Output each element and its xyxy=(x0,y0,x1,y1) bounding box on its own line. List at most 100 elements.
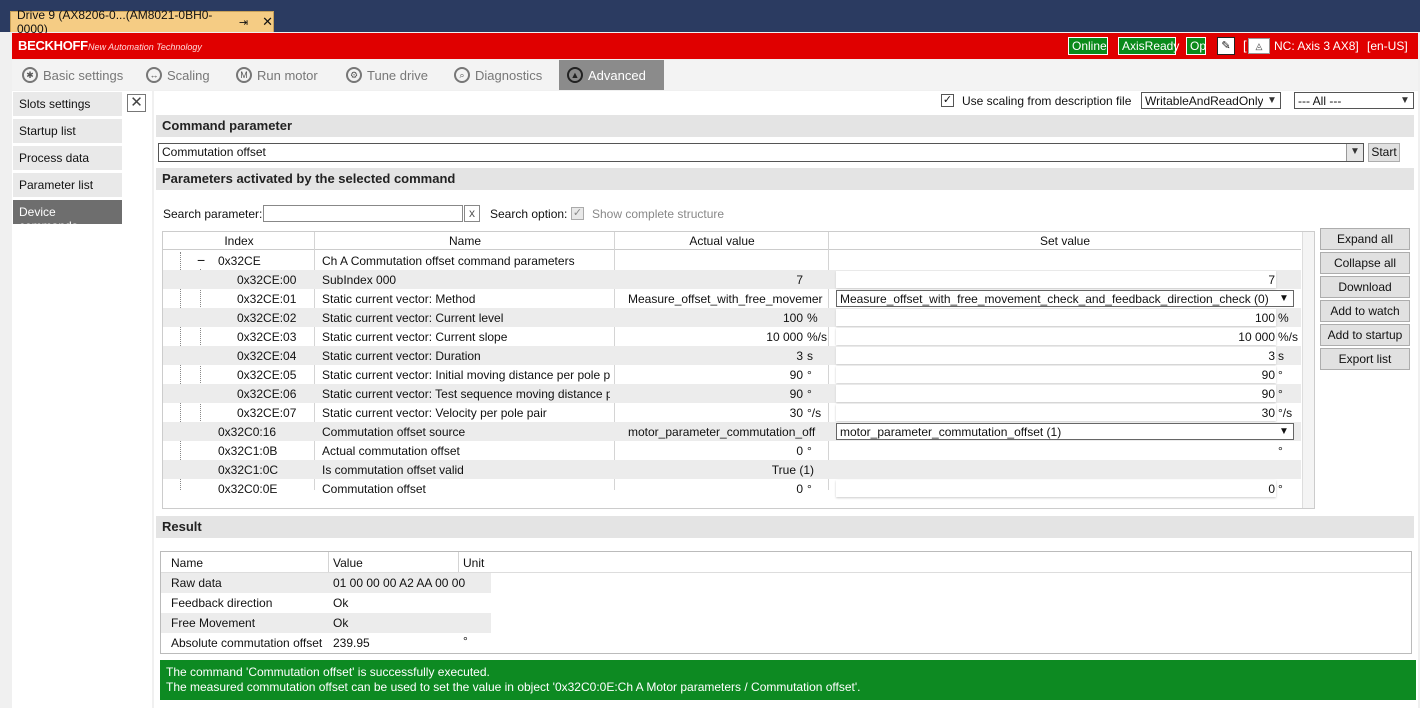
tab-diagnostics[interactable]: ⌕ Diagnostics xyxy=(446,60,556,90)
sidebar-item-parameter-list[interactable]: Parameter list xyxy=(13,173,122,197)
row-index: 0x32CE:02 xyxy=(237,311,297,325)
access-filter-select[interactable]: WritableAndReadOnly ▼ xyxy=(1141,92,1281,109)
expand-all-button[interactable]: Expand all xyxy=(1320,228,1410,250)
sidebar-item-device-commands[interactable]: Device commands xyxy=(13,200,122,233)
close-tab-icon[interactable]: ✕ xyxy=(262,14,273,30)
table-row[interactable]: 0x32C1:0C Is commutation offset valid True… xyxy=(163,460,1301,479)
set-value-unit: % xyxy=(1278,311,1289,325)
result-row[interactable]: Raw data 01 00 00 00 A2 AA 00 00 xyxy=(161,573,491,593)
vertical-scrollbar[interactable] xyxy=(1302,232,1314,508)
result-value: 01 00 00 00 A2 AA 00 00 xyxy=(333,576,466,590)
params-activated-header: Parameters activated by the selected com… xyxy=(156,168,1414,190)
result-row[interactable]: Absolute commutation offset 239.95 ° xyxy=(161,633,491,653)
beckhoff-header: BECKHOFF New Automation Technology Onlin… xyxy=(12,33,1418,59)
set-value-field[interactable] xyxy=(836,347,1276,364)
set-value-field[interactable] xyxy=(836,480,1276,497)
table-row[interactable]: 0x32C0:16 Commutation offset source motor_… xyxy=(163,422,1301,441)
table-row[interactable]: 0x32CE:05 Static current vector: Initial … xyxy=(163,365,1301,384)
table-row[interactable]: −0x32CE Ch A Commutation offset command p… xyxy=(163,251,1301,270)
set-value: 10 000 xyxy=(1238,330,1275,344)
set-value-unit: s xyxy=(1278,349,1284,363)
tab-scaling[interactable]: ↔ Scaling xyxy=(138,60,218,90)
tab-run-motor[interactable]: M Run motor xyxy=(228,60,328,90)
table-row[interactable]: 0x32C0:0E Commutation offset 0 ° 0 ° xyxy=(163,479,1301,498)
download-button[interactable]: Download xyxy=(1320,276,1410,298)
motor-icon: M xyxy=(236,67,252,83)
set-value-field[interactable] xyxy=(836,385,1276,402)
chevron-down-icon: ▼ xyxy=(1396,93,1413,108)
gears-icon: ⚙ xyxy=(346,67,362,83)
status-online-badge: Online xyxy=(1068,37,1108,55)
result-row[interactable]: Feedback direction Ok xyxy=(161,593,491,613)
tab-label: Scaling xyxy=(167,67,210,83)
search-input[interactable] xyxy=(263,205,463,222)
sidebar-item-startup-list[interactable]: Startup list xyxy=(13,119,122,143)
set-value-field[interactable] xyxy=(836,328,1276,345)
row-actual-value: 0 xyxy=(796,444,803,458)
row-name: Static current vector: Method xyxy=(322,292,476,306)
edit-icon[interactable]: ✎ xyxy=(1217,37,1235,55)
export-list-button[interactable]: Export list xyxy=(1320,348,1410,370)
language-label[interactable]: [en-US] xyxy=(1367,39,1408,53)
add-to-watch-button[interactable]: Add to watch xyxy=(1320,300,1410,322)
set-value-field[interactable] xyxy=(836,309,1276,326)
table-row[interactable]: 0x32CE:04 Static current vector: Duration… xyxy=(163,346,1301,365)
table-row[interactable]: 0x32CE:06 Static current vector: Test seq… xyxy=(163,384,1301,403)
message-line-2: The measured commutation offset can be u… xyxy=(166,680,861,694)
nc-axis-icon: ◬ xyxy=(1248,38,1270,54)
table-row[interactable]: 0x32CE:01 Static current vector: Method Me… xyxy=(163,289,1301,308)
show-structure-checkbox: ✓ xyxy=(571,207,584,220)
row-actual-unit: ° xyxy=(807,368,812,382)
set-value-select[interactable]: Measure_offset_with_free_movement_check_… xyxy=(836,290,1294,307)
row-name: Is commutation offset valid xyxy=(322,463,464,477)
row-name: Static current vector: Initial moving di… xyxy=(322,368,610,382)
close-icon[interactable]: ✕ xyxy=(127,94,146,112)
scale-icon: ↔ xyxy=(146,67,162,83)
set-value-field[interactable] xyxy=(836,404,1276,421)
row-name: Commutation offset source xyxy=(322,425,466,439)
tab-tune-drive[interactable]: ⚙ Tune drive xyxy=(338,60,438,90)
show-structure-label: Show complete structure xyxy=(592,207,725,221)
result-name: Raw data xyxy=(171,576,222,590)
document-tab[interactable]: Drive 9 (AX8206-0...(AM8021-0BH0-0000) ⇥… xyxy=(10,8,274,36)
set-value-unit: ° xyxy=(1278,482,1283,496)
use-scaling-checkbox[interactable]: ✓ xyxy=(941,94,954,107)
set-value: 30 xyxy=(1261,406,1275,420)
collapse-icon[interactable]: − xyxy=(197,252,205,268)
command-select[interactable]: Commutation offset ▼ xyxy=(158,143,1364,162)
set-value-select[interactable]: motor_parameter_commutation_offset (1) ▼ xyxy=(836,423,1294,440)
row-index: 0x32CE:00 xyxy=(237,273,297,287)
row-name: Commutation offset xyxy=(322,482,426,496)
set-value: motor_parameter_commutation_offset (1) xyxy=(840,425,1062,439)
sidebar-item-slots-settings[interactable]: Slots settings xyxy=(13,92,122,116)
add-to-startup-button[interactable]: Add to startup xyxy=(1320,324,1410,346)
set-value-field[interactable] xyxy=(836,366,1276,383)
clear-search-button[interactable]: x xyxy=(464,205,480,222)
row-index: 0x32C0:16 xyxy=(218,425,277,439)
pin-icon[interactable]: ⇥ xyxy=(239,16,248,29)
table-row[interactable]: 0x32CE:03 Static current vector: Current … xyxy=(163,327,1301,346)
row-actual-value: 30 xyxy=(789,406,803,420)
group-filter-select[interactable]: --- All --- ▼ xyxy=(1294,92,1414,109)
row-index: 0x32CE:06 xyxy=(237,387,297,401)
row-name: Static current vector: Duration xyxy=(322,349,481,363)
set-value-field[interactable] xyxy=(836,271,1276,288)
collapse-all-button[interactable]: Collapse all xyxy=(1320,252,1410,274)
table-row[interactable]: 0x32CE:00 SubIndex 000 7 7 xyxy=(163,270,1301,289)
set-value-unit: ° xyxy=(1278,387,1283,401)
row-actual-unit: °/s xyxy=(807,406,822,420)
set-value: Measure_offset_with_free_movement_check_… xyxy=(840,292,1269,306)
sidebar-item-process-data[interactable]: Process data xyxy=(13,146,122,170)
nc-axis-label[interactable]: NC: Axis 3 AX8] xyxy=(1274,39,1359,53)
main-panel: ✓ Use scaling from description file Writ… xyxy=(154,91,1418,708)
column-divider xyxy=(458,552,459,572)
start-button[interactable]: Start xyxy=(1368,143,1400,162)
result-row[interactable]: Free Movement Ok xyxy=(161,613,491,633)
tab-basic-settings[interactable]: ✱ Basic settings xyxy=(14,60,132,90)
table-row[interactable]: 0x32CE:07 Static current vector: Velocity… xyxy=(163,403,1301,422)
tab-advanced[interactable]: ▲ Advanced xyxy=(559,60,664,90)
row-actual-value: True (1) xyxy=(771,463,814,477)
table-row[interactable]: 0x32C1:0B Actual commutation offset 0 ° ° xyxy=(163,441,1301,460)
message-line-1: The command 'Commutation offset' is succ… xyxy=(166,665,490,679)
table-row[interactable]: 0x32CE:02 Static current vector: Current … xyxy=(163,308,1301,327)
